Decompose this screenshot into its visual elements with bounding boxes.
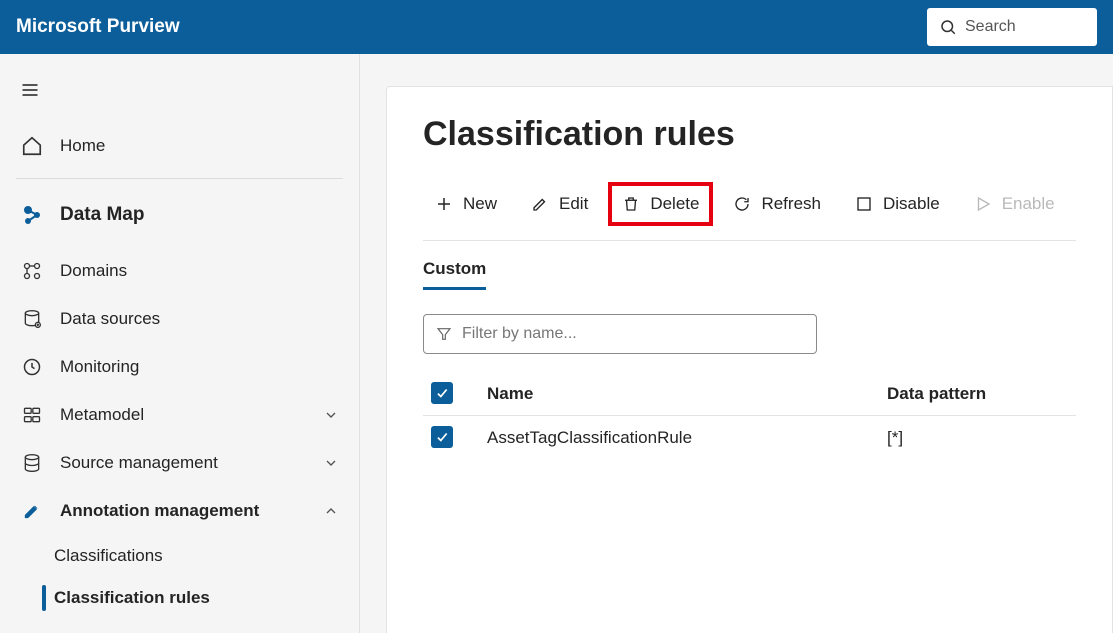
sidebar: Home Data Map Domains Data sources (0, 54, 360, 633)
enable-button: Enable (962, 184, 1067, 224)
sidebar-sub-classification-rules[interactable]: Classification rules (54, 577, 347, 619)
filter-box[interactable] (423, 314, 817, 354)
button-label: Refresh (761, 194, 821, 214)
sidebar-sub-label: Classification rules (54, 588, 210, 608)
button-label: Enable (1002, 194, 1055, 214)
row-checkbox[interactable] (431, 426, 453, 448)
square-icon (855, 195, 873, 213)
sidebar-label: Metamodel (60, 405, 144, 425)
database-icon (20, 309, 44, 329)
search-input[interactable] (965, 18, 1085, 36)
button-label: Disable (883, 194, 940, 214)
sidebar-label: Monitoring (60, 357, 139, 377)
sidebar-label: Annotation management (60, 501, 259, 521)
search-box[interactable] (927, 8, 1097, 46)
edit-button[interactable]: Edit (519, 184, 600, 224)
filter-icon (436, 326, 452, 342)
refresh-icon (733, 195, 751, 213)
sidebar-sub-label: Classifications (54, 546, 163, 566)
new-button[interactable]: New (423, 184, 509, 224)
cell-pattern: [*] (879, 416, 1076, 460)
main-content: Classification rules New Edit Delete Ref… (386, 86, 1113, 633)
sidebar-item-source-management[interactable]: Source management (12, 439, 347, 487)
refresh-button[interactable]: Refresh (721, 184, 833, 224)
play-icon (974, 195, 992, 213)
sidebar-item-annotation-mgmt[interactable]: Annotation management (12, 487, 347, 535)
hamburger-button[interactable] (12, 72, 48, 108)
tab-custom[interactable]: Custom (423, 259, 486, 290)
metamodel-icon (20, 405, 44, 425)
chevron-down-icon (323, 407, 339, 423)
data-map-icon (20, 203, 44, 227)
sidebar-divider (16, 178, 343, 179)
chevron-down-icon (323, 455, 339, 471)
plus-icon (435, 195, 453, 213)
toolbar: New Edit Delete Refresh Disable Enable (423, 184, 1076, 241)
sidebar-sub-annotation: Classifications Classification rules (12, 535, 347, 619)
search-icon (939, 18, 957, 36)
table-row[interactable]: AssetTagClassificationRule [*] (423, 416, 1076, 460)
top-bar: Microsoft Purview (0, 0, 1113, 54)
button-label: Edit (559, 194, 588, 214)
select-all-checkbox[interactable] (431, 382, 453, 404)
cell-name: AssetTagClassificationRule (479, 416, 879, 460)
button-label: New (463, 194, 497, 214)
brand-title: Microsoft Purview (16, 16, 180, 38)
rules-table: Name Data pattern AssetTagClassification… (423, 372, 1076, 459)
col-header-name[interactable]: Name (479, 372, 879, 416)
chevron-up-icon (323, 503, 339, 519)
sidebar-item-data-sources[interactable]: Data sources (12, 295, 347, 343)
delete-button[interactable]: Delete (610, 184, 711, 224)
monitoring-icon (20, 357, 44, 377)
home-icon (20, 135, 44, 157)
sidebar-sub-classifications[interactable]: Classifications (54, 535, 347, 577)
tabs: Custom (423, 259, 1076, 290)
sidebar-item-metamodel[interactable]: Metamodel (12, 391, 347, 439)
filter-input[interactable] (462, 325, 804, 343)
sidebar-label: Home (60, 136, 105, 156)
domains-icon (20, 261, 44, 281)
sidebar-item-home[interactable]: Home (12, 122, 347, 170)
sidebar-label: Source management (60, 453, 218, 473)
col-header-pattern[interactable]: Data pattern (879, 372, 1076, 416)
sidebar-label: Domains (60, 261, 127, 281)
sidebar-label: Data sources (60, 309, 160, 329)
annotation-icon (20, 501, 44, 521)
sidebar-item-monitoring[interactable]: Monitoring (12, 343, 347, 391)
source-mgmt-icon (20, 453, 44, 473)
pencil-icon (531, 195, 549, 213)
sidebar-section-label: Data Map (60, 204, 144, 226)
disable-button[interactable]: Disable (843, 184, 952, 224)
trash-icon (622, 195, 640, 213)
sidebar-item-domains[interactable]: Domains (12, 247, 347, 295)
page-title: Classification rules (423, 115, 1076, 154)
button-label: Delete (650, 194, 699, 214)
sidebar-section-data-map[interactable]: Data Map (12, 191, 347, 239)
